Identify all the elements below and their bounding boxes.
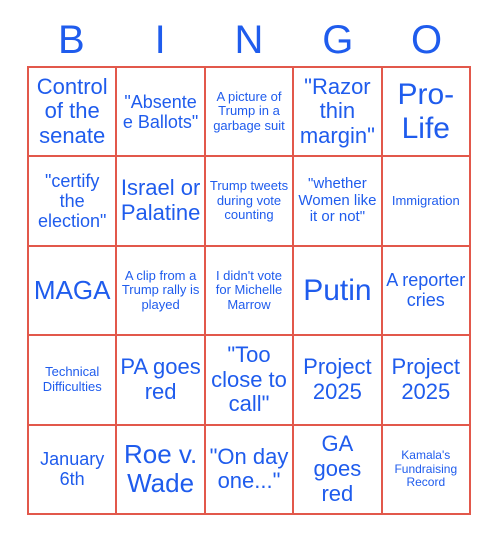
bingo-cell[interactable]: A picture of Trump in a garbage suit [205, 68, 295, 158]
bingo-cell-label: Kamala's Fundraising Record [394, 448, 458, 490]
bingo-cell-label: "whether Women like it or not" [298, 174, 377, 226]
bingo-cell[interactable]: "certify the election" [29, 157, 118, 247]
header-letter-g: G [322, 18, 354, 62]
bingo-cell[interactable]: January 6th [29, 425, 118, 515]
bingo-cell[interactable]: Trump tweets during vote counting [205, 157, 295, 247]
bingo-cell-label: A clip from a Trump rally is played [121, 267, 200, 312]
bingo-cell[interactable]: MAGA [29, 246, 118, 337]
header-letter-n: N [234, 18, 264, 62]
bingo-cell-label: Pro-Life [397, 78, 455, 145]
bingo-cell[interactable]: "On day one..." [205, 425, 295, 515]
bingo-cell[interactable]: Putin [294, 246, 383, 337]
bingo-cell-label: "Razor thin margin" [299, 73, 375, 148]
bingo-cell[interactable]: A clip from a Trump rally is played [117, 246, 206, 337]
bingo-cell[interactable]: Pro-Life [382, 68, 471, 158]
bingo-cell[interactable]: "whether Women like it or not" [294, 157, 383, 247]
header-letter-o: O [411, 18, 443, 62]
bingo-cell-label: "Absentee Ballots" [122, 91, 199, 132]
bingo-cell-label: MAGA [33, 274, 111, 305]
bingo-cell[interactable]: "Absentee Ballots" [117, 68, 206, 158]
bingo-cell-label: A picture of Trump in a garbage suit [213, 88, 285, 133]
bingo-cell-label: I didn't vote for Michelle Marrow [215, 267, 283, 312]
bingo-cell-label: "Too close to call" [211, 341, 287, 417]
bingo-cell-label: "On day one..." [209, 443, 289, 494]
bingo-cell-label: Putin [303, 273, 372, 307]
bingo-cell-label: PA goes red [120, 354, 201, 404]
bingo-grid: Control of the senate "Absentee Ballots" A… [27, 66, 471, 515]
header-letter-b: B [58, 18, 85, 62]
bingo-cell-label: Control of the senate [36, 73, 108, 148]
bingo-cell[interactable]: I didn't vote for Michelle Marrow [205, 246, 295, 337]
bingo-cell-label: January 6th [40, 449, 105, 490]
bingo-header-row: B I N G O [27, 14, 471, 66]
bingo-cell-label: A reporter cries [386, 270, 466, 311]
bingo-cell-label: Project 2025 [303, 354, 372, 404]
bingo-cell[interactable]: Control of the senate [29, 68, 118, 158]
bingo-cell[interactable]: Roe v. Wade [117, 425, 206, 515]
bingo-cell-label: Roe v. Wade [123, 439, 198, 499]
bingo-cell[interactable]: Israel or Palatine [117, 157, 206, 247]
bingo-cell-label: Project 2025 [391, 354, 461, 404]
bingo-cell[interactable]: GA goes red [294, 425, 383, 515]
bingo-cell[interactable]: PA goes red [117, 336, 206, 426]
bingo-cell-label: Israel or Palatine [120, 175, 201, 226]
header-letter-i: I [154, 18, 166, 62]
bingo-cell[interactable]: Technical Difficulties [29, 336, 118, 426]
bingo-cell[interactable]: Project 2025 [294, 336, 383, 426]
bingo-cell-label: "certify the election" [37, 170, 107, 232]
bingo-cell-label: Immigration [391, 192, 460, 208]
bingo-cell[interactable]: Immigration [382, 157, 471, 247]
bingo-cell[interactable]: A reporter cries [382, 246, 471, 337]
bingo-cell[interactable]: Kamala's Fundraising Record [382, 425, 471, 515]
bingo-cell-label: GA goes red [313, 431, 362, 506]
bingo-cell-label: Technical Difficulties [42, 364, 102, 394]
bingo-card: B I N G O Control of the senate "Absentee… [0, 0, 500, 544]
bingo-cell[interactable]: "Too close to call" [205, 336, 295, 426]
bingo-cell-label: Trump tweets during vote counting [209, 178, 289, 223]
bingo-cell[interactable]: "Razor thin margin" [294, 68, 383, 158]
bingo-cell[interactable]: Project 2025 [382, 336, 471, 426]
